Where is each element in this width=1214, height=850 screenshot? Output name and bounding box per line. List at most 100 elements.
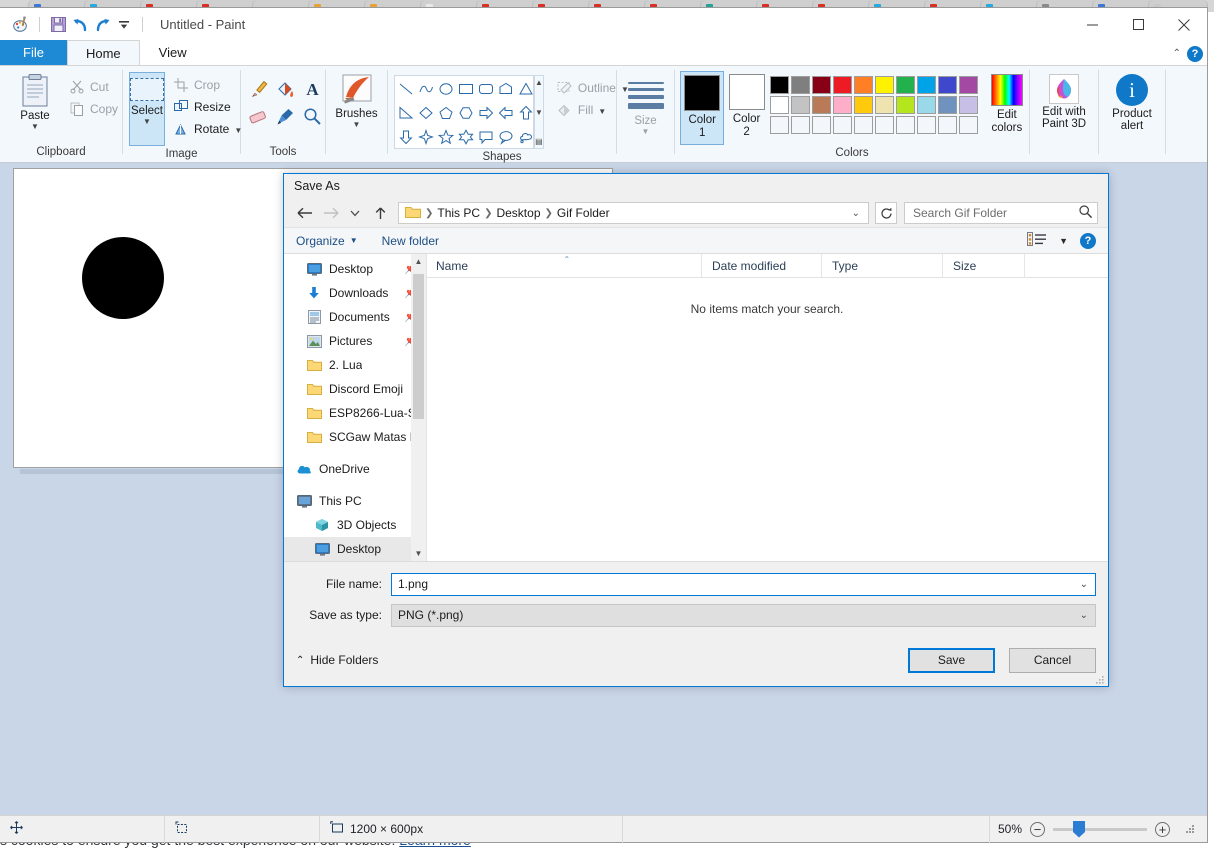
zoom-slider[interactable]	[1053, 820, 1147, 838]
text-tool-icon[interactable]: A	[299, 76, 326, 103]
shape-left-arrow-icon[interactable]	[496, 101, 516, 125]
customize-qat-icon[interactable]	[113, 14, 135, 36]
fill-caret-icon[interactable]: ▼	[598, 108, 606, 116]
breadcrumb[interactable]: ❯ This PC ❯ Desktop ❯ Gif Folder ⌄	[398, 202, 869, 225]
hide-folders-button[interactable]: ⌃ Hide Folders	[296, 653, 378, 667]
palette-swatch[interactable]	[895, 116, 915, 134]
scrollbar-thumb[interactable]	[413, 274, 424, 420]
save-icon[interactable]	[47, 14, 69, 36]
nav-item-desktop-selected[interactable]: Desktop	[284, 537, 426, 562]
window-resize-grip[interactable]	[1184, 823, 1196, 835]
shape-triangle-icon[interactable]	[516, 77, 536, 101]
breadcrumb-item-desktop[interactable]: Desktop	[496, 206, 540, 220]
palette-swatch[interactable]	[916, 116, 936, 134]
palette-swatch[interactable]	[853, 76, 873, 94]
color-1-button[interactable]: Color 1	[680, 71, 725, 145]
shape-four-point-star-icon[interactable]	[416, 125, 436, 149]
palette-swatch[interactable]	[958, 76, 978, 94]
size-caret-icon[interactable]: ▼	[642, 128, 650, 136]
column-header-size[interactable]: Size	[943, 253, 1025, 278]
tab-home[interactable]: Home	[66, 40, 140, 65]
nav-item-scgaw-matas-pa[interactable]: SCGaw Matas Pa	[284, 425, 426, 449]
palette-swatch[interactable]	[937, 76, 957, 94]
palette-swatch[interactable]	[916, 96, 936, 114]
save-button[interactable]: Save	[908, 647, 995, 673]
search-box[interactable]: Search Gif Folder	[904, 202, 1098, 225]
eraser-tool-icon[interactable]	[245, 103, 272, 130]
size-button[interactable]: Size ▼	[622, 78, 670, 136]
shape-up-arrow-icon[interactable]	[516, 101, 536, 125]
column-header-type[interactable]: Type	[822, 253, 943, 278]
chevron-down-icon[interactable]: ⌄	[1080, 610, 1091, 621]
forward-button[interactable]	[319, 202, 341, 224]
shape-cloud-callout-icon[interactable]	[516, 125, 536, 149]
up-one-level-button[interactable]	[369, 202, 391, 224]
select-caret-icon[interactable]: ▼	[143, 118, 151, 126]
product-alert-button[interactable]: i Product alert	[1103, 74, 1161, 132]
pencil-tool-icon[interactable]	[245, 76, 272, 103]
palette-swatch[interactable]	[916, 76, 936, 94]
palette-swatch[interactable]	[769, 116, 789, 134]
shape-down-arrow-icon[interactable]	[396, 125, 416, 149]
nav-item-documents[interactable]: Documents 📌	[284, 305, 426, 329]
scroll-down-icon[interactable]: ▼	[411, 546, 426, 561]
nav-item-discord-emoji[interactable]: Discord Emoji	[284, 377, 426, 401]
column-header-date-modified[interactable]: Date modified	[702, 253, 822, 278]
palette-swatch[interactable]	[895, 96, 915, 114]
palette-swatch[interactable]	[769, 96, 789, 114]
shape-polygon-icon[interactable]	[496, 77, 516, 101]
copy-button[interactable]: Copy	[66, 98, 120, 120]
shape-rounded-callout-icon[interactable]	[476, 125, 496, 149]
help-icon[interactable]: ?	[1187, 45, 1203, 62]
nav-item-esp8266-lua-sc[interactable]: ESP8266-Lua-SC	[284, 401, 426, 425]
shape-oval-icon[interactable]	[436, 77, 456, 101]
edit-colors-button[interactable]: Edit colors	[985, 74, 1029, 135]
collapse-ribbon-icon[interactable]: ⌃	[1173, 48, 1181, 59]
maximize-button[interactable]	[1115, 8, 1161, 41]
paste-button[interactable]: Paste ▼	[8, 74, 62, 131]
cancel-button[interactable]: Cancel	[1009, 647, 1096, 673]
zoom-in-button[interactable]: +	[1155, 821, 1170, 837]
shape-five-point-star-icon[interactable]	[436, 125, 456, 149]
cut-button[interactable]: Cut	[66, 76, 120, 98]
paint-logo-icon[interactable]	[10, 14, 32, 36]
file-list-pane[interactable]: ⌃ Name Date modified Type Size No items …	[426, 253, 1108, 562]
color-picker-tool-icon[interactable]	[272, 103, 299, 130]
dialog-help-icon[interactable]: ?	[1080, 232, 1096, 249]
magnifier-tool-icon[interactable]	[299, 103, 326, 130]
palette-swatch[interactable]	[895, 76, 915, 94]
nav-item-pictures[interactable]: Pictures 📌	[284, 329, 426, 353]
palette-swatch[interactable]	[832, 116, 852, 134]
breadcrumb-item-gif-folder[interactable]: Gif Folder	[557, 206, 610, 220]
recent-locations-icon[interactable]	[344, 202, 366, 224]
fill-tool-icon[interactable]	[272, 76, 299, 103]
zoom-out-button[interactable]: −	[1030, 821, 1045, 837]
palette-swatch[interactable]	[853, 96, 873, 114]
nav-item-2-lua[interactable]: 2. Lua	[284, 353, 426, 377]
shapes-scroll-down-icon[interactable]: ▼	[535, 108, 543, 117]
shapes-scroll-up-icon[interactable]: ▲	[535, 78, 543, 87]
shape-right-triangle-icon[interactable]	[396, 101, 416, 125]
shape-right-arrow-icon[interactable]	[476, 101, 496, 125]
palette-swatch[interactable]	[832, 76, 852, 94]
view-dropdown-chevron-icon[interactable]: ▼	[1059, 236, 1068, 246]
palette-swatch[interactable]	[811, 96, 831, 114]
chevron-down-icon[interactable]: ⌄	[1080, 579, 1091, 590]
palette-swatch[interactable]	[874, 116, 894, 134]
palette-swatch[interactable]	[958, 96, 978, 114]
brushes-button[interactable]: Brushes ▼	[330, 74, 384, 129]
tab-view[interactable]: View	[140, 40, 206, 65]
navigation-pane[interactable]: Desktop 📌 Downloads 📌	[284, 254, 427, 562]
edit-with-paint3d-button[interactable]: Edit with Paint 3D	[1033, 74, 1095, 130]
breadcrumb-item-this-pc[interactable]: This PC	[437, 206, 480, 220]
resize-button[interactable]: Resize	[170, 96, 244, 118]
palette-swatch[interactable]	[790, 76, 810, 94]
shape-line-icon[interactable]	[396, 77, 416, 101]
view-layout-icon[interactable]	[1027, 231, 1047, 250]
shape-diamond-icon[interactable]	[416, 101, 436, 125]
crop-button[interactable]: Crop	[170, 74, 244, 96]
palette-swatch[interactable]	[853, 116, 873, 134]
nav-item-desktop-quick[interactable]: Desktop 📌	[284, 257, 426, 281]
shape-curve-icon[interactable]	[416, 77, 436, 101]
palette-swatch[interactable]	[790, 96, 810, 114]
